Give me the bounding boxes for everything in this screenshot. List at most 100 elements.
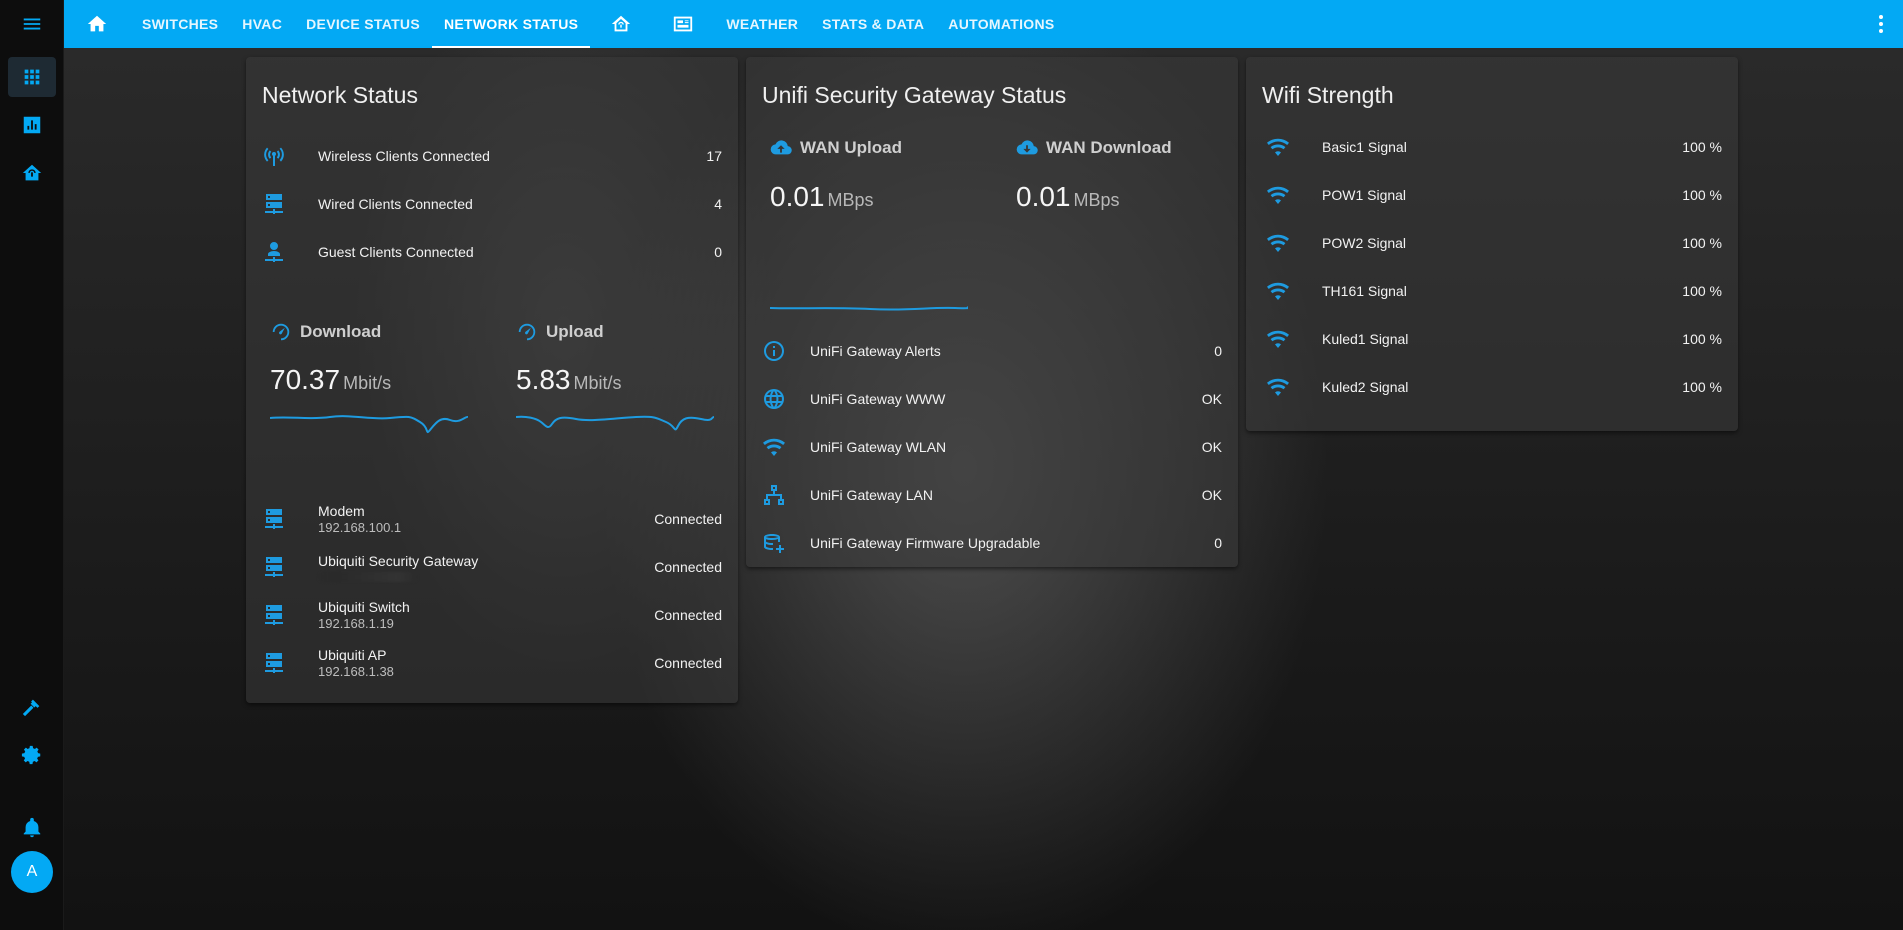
device-name: Ubiquiti Security Gateway (318, 553, 654, 582)
signal-value: 100 % (1682, 235, 1722, 251)
tab-home-automation[interactable] (590, 0, 652, 48)
list-item[interactable]: Ubiquiti AP 192.168.1.38 Connected (246, 639, 738, 687)
tab-automations[interactable]: AUTOMATIONS (936, 0, 1066, 48)
server-network-icon (262, 651, 286, 675)
web-icon (762, 387, 786, 411)
download-sensor-header[interactable]: Download (270, 321, 381, 343)
tab-network-status[interactable]: NETWORK STATUS (431, 0, 591, 48)
server-network-icon (262, 192, 286, 216)
tab-weather[interactable]: WEATHER (714, 0, 810, 48)
tab-switches[interactable]: SWITCHES (130, 0, 230, 48)
wifi-icon (762, 435, 786, 459)
speedometer-icon (518, 323, 536, 341)
home-automation-icon (22, 164, 42, 181)
signal-label: Basic1 Signal (1322, 139, 1407, 155)
sidebar-item-settings[interactable] (8, 735, 56, 775)
wan-upload-sparkline (770, 306, 968, 311)
wan-upload-header[interactable]: WAN Upload (770, 137, 902, 159)
more-options-icon[interactable] (1869, 12, 1893, 36)
sidebar-item-home-automation[interactable] (8, 153, 56, 193)
wan-download-value: 0.01 MBps (1016, 181, 1120, 212)
gateway-alerts-label: UniFi Gateway Alerts (810, 343, 941, 359)
signal-label: TH161 Signal (1322, 283, 1407, 299)
wan-download-label: WAN Download (1046, 138, 1172, 157)
gateway-lan-value: OK (1201, 487, 1222, 503)
gateway-wlan-value: OK (1201, 439, 1222, 455)
sidebar-item-developer-tools[interactable] (8, 687, 56, 727)
network-status-card: Network Status Wireless Clients Connecte… (246, 57, 738, 703)
wifi-icon (1266, 375, 1290, 399)
card-title: Unifi Security Gateway Status (762, 82, 1067, 108)
speedometer-icon (272, 323, 290, 341)
gateway-www-label: UniFi Gateway WWW (810, 391, 946, 407)
list-item[interactable]: UniFi Gateway WWW OK (746, 379, 1238, 419)
signal-value: 100 % (1682, 139, 1722, 155)
server-network-icon (262, 507, 286, 531)
tab-hvac[interactable]: HVAC (230, 0, 294, 48)
information-icon (762, 339, 786, 363)
server-network-icon (262, 555, 286, 579)
gateway-alerts-value: 0 (1214, 343, 1222, 359)
menu-icon[interactable] (8, 4, 56, 44)
gateway-www-value: OK (1201, 391, 1222, 407)
home-icon (87, 15, 107, 32)
list-item[interactable]: UniFi Gateway WLAN OK (746, 427, 1238, 467)
sidebar-item-overview[interactable] (8, 57, 56, 97)
home-automation-icon (612, 15, 631, 32)
lan-icon (762, 483, 786, 507)
download-value: 70.37 Mbit/s (270, 364, 392, 395)
gateway-firmware-value: 0 (1214, 535, 1222, 551)
signal-label: POW1 Signal (1322, 187, 1407, 203)
signal-value: 100 % (1682, 331, 1722, 347)
list-item[interactable]: POW1 Signal 100 % (1246, 175, 1738, 215)
list-item[interactable]: POW2 Signal 100 % (1246, 223, 1738, 263)
tab-device-status[interactable]: DEVICE STATUS (294, 0, 432, 48)
list-item[interactable]: Guest Clients Connected 0 (246, 232, 738, 272)
signal-label: Kuled2 Signal (1322, 379, 1409, 395)
device-name: Modem 192.168.100.1 (318, 503, 402, 535)
upload-sensor-header[interactable]: Upload (516, 321, 604, 343)
gateway-lan-label: UniFi Gateway LAN (810, 487, 933, 503)
account-network-icon (262, 240, 286, 264)
signal-label: Kuled1 Signal (1322, 331, 1409, 347)
list-item[interactable]: Basic1 Signal 100 % (1246, 127, 1738, 167)
device-status: Connected (654, 655, 722, 671)
upload-label: Upload (546, 322, 604, 341)
wifi-icon (1266, 135, 1290, 159)
wifi-icon (1266, 183, 1290, 207)
wifi-icon (1266, 279, 1290, 303)
list-item[interactable]: UniFi Gateway Alerts 0 (746, 331, 1238, 371)
redacted-ip (318, 571, 418, 582)
wan-upload-value: 0.01 MBps (770, 181, 874, 212)
list-item[interactable]: UniFi Gateway Firmware Upgradable 0 (746, 523, 1238, 563)
wifi-icon (1266, 231, 1290, 255)
list-item[interactable]: UniFi Gateway LAN OK (746, 475, 1238, 515)
gateway-firmware-label: UniFi Gateway Firmware Upgradable (810, 535, 1041, 551)
list-item[interactable]: Kuled1 Signal 100 % (1246, 319, 1738, 359)
list-item[interactable]: Kuled2 Signal 100 % (1246, 367, 1738, 407)
wireless-clients-label: Wireless Clients Connected (318, 148, 490, 164)
top-app-bar: SWITCHES HVAC DEVICE STATUS NETWORK STAT… (64, 0, 1903, 48)
list-item[interactable]: Ubiquiti Security Gateway Connected (246, 543, 738, 591)
device-status: Connected (654, 511, 722, 527)
server-network-icon (262, 603, 286, 627)
list-item[interactable]: Ubiquiti Switch 192.168.1.19 Connected (246, 591, 738, 639)
gateway-wlan-label: UniFi Gateway WLAN (810, 439, 947, 455)
tab-stats-data[interactable]: STATS & DATA (810, 0, 936, 48)
list-item[interactable]: Modem 192.168.100.1 Connected (246, 495, 738, 543)
tab-home[interactable] (64, 0, 130, 48)
sidebar-item-notifications[interactable] (8, 808, 56, 848)
sidebar: A (0, 0, 64, 930)
list-item[interactable]: Wired Clients Connected 4 (246, 184, 738, 224)
guest-clients-value: 0 (714, 244, 722, 260)
tab-server-rack[interactable] (652, 0, 714, 48)
database-plus-icon (762, 531, 786, 555)
wan-download-header[interactable]: WAN Download (1016, 137, 1172, 159)
sidebar-item-history[interactable] (8, 105, 56, 145)
signal-value: 100 % (1682, 379, 1722, 395)
list-item[interactable]: Wireless Clients Connected 17 (246, 136, 738, 176)
avatar[interactable]: A (11, 851, 53, 893)
grid-icon (24, 69, 40, 85)
download-label: Download (300, 322, 382, 341)
list-item[interactable]: TH161 Signal 100 % (1246, 271, 1738, 311)
